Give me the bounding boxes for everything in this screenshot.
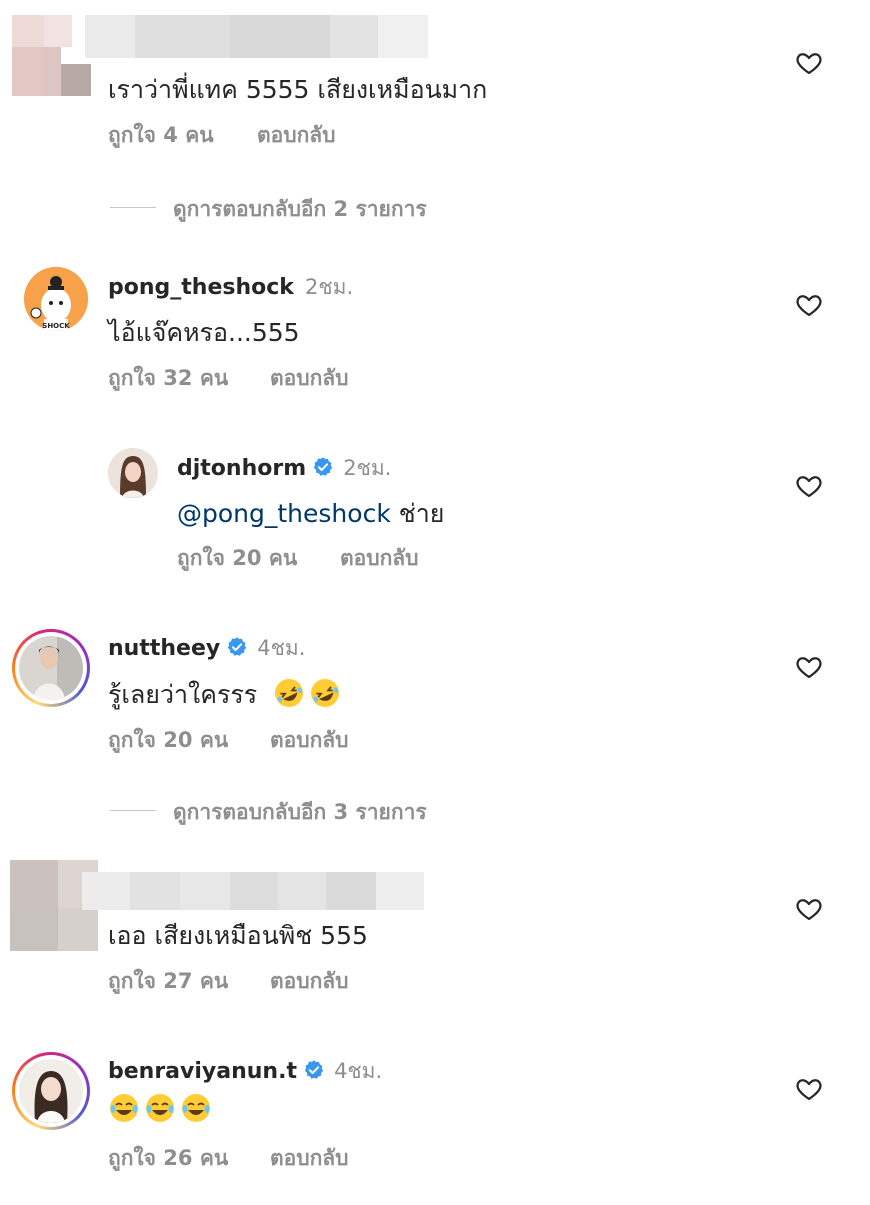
avatar[interactable]: SHOCK — [24, 267, 88, 331]
face-with-tears-of-joy-emoji — [146, 1094, 174, 1122]
rolling-on-floor-laughing-emoji — [275, 679, 304, 707]
like-count[interactable]: ถูกใจ 20 คน — [177, 542, 297, 575]
story-ring-avatar[interactable] — [12, 629, 90, 707]
comment-text: ไอ้แจ๊คหรอ...555 — [108, 318, 300, 347]
reply-button[interactable]: ตอบกลับ — [270, 724, 349, 757]
heart-icon[interactable] — [795, 472, 823, 500]
reply-button[interactable]: ตอบกลับ — [340, 542, 419, 575]
like-count[interactable]: ถูกใจ 20 คน — [108, 724, 228, 757]
like-count[interactable]: ถูกใจ 4 คน — [108, 119, 214, 152]
heart-icon[interactable] — [795, 49, 823, 77]
comment-text: ช่าย — [390, 499, 445, 528]
like-count[interactable]: ถูกใจ 27 คน — [108, 965, 228, 998]
reply-button[interactable]: ตอบกลับ — [270, 362, 349, 395]
mention-link[interactable]: @pong_theshock — [177, 499, 391, 528]
username[interactable]: pong_theshock — [108, 275, 294, 300]
divider-line — [110, 810, 156, 811]
verified-badge-icon — [304, 1060, 324, 1079]
heart-icon[interactable] — [795, 895, 823, 923]
rolling-on-floor-laughing-emoji — [311, 679, 340, 707]
username[interactable]: nuttheey — [108, 636, 220, 661]
verified-badge-icon — [227, 637, 247, 656]
avatar[interactable] — [108, 448, 158, 498]
username[interactable]: benraviyanun.t — [108, 1059, 297, 1084]
username[interactable]: djtonhorm — [177, 456, 306, 481]
timestamp: 4ชม. — [334, 1059, 383, 1083]
reply-button[interactable]: ตอบกลับ — [270, 1142, 349, 1175]
timestamp: 4ชม. — [257, 636, 306, 660]
reply-button[interactable]: ตอบกลับ — [270, 965, 349, 998]
like-count[interactable]: ถูกใจ 32 คน — [108, 362, 228, 395]
heart-icon[interactable] — [795, 653, 823, 681]
comment-text: รู้เลยว่าใครรร — [108, 680, 258, 709]
like-count[interactable]: ถูกใจ 26 คน — [108, 1142, 228, 1175]
heart-icon[interactable] — [795, 1075, 823, 1103]
timestamp: 2ชม. — [343, 456, 392, 480]
divider-line — [110, 207, 156, 208]
comment-text: เราว่าพี่แทค 5555 เสียงเหมือนมาก — [108, 75, 488, 104]
heart-icon[interactable] — [795, 291, 823, 319]
view-more-replies[interactable]: ดูการตอบกลับอีก 3 รายการ — [173, 796, 427, 829]
face-with-tears-of-joy-emoji — [182, 1094, 210, 1122]
story-ring-avatar[interactable] — [12, 1052, 90, 1130]
comment-text: เออ เสียงเหมือนพิช 555 — [108, 921, 368, 950]
reply-button[interactable]: ตอบกลับ — [257, 119, 336, 152]
verified-badge-icon — [313, 457, 333, 476]
face-with-tears-of-joy-emoji — [110, 1094, 138, 1122]
timestamp: 2ชม. — [305, 275, 354, 299]
view-more-replies[interactable]: ดูการตอบกลับอีก 2 รายการ — [173, 193, 427, 226]
svg-text:SHOCK: SHOCK — [42, 322, 70, 330]
